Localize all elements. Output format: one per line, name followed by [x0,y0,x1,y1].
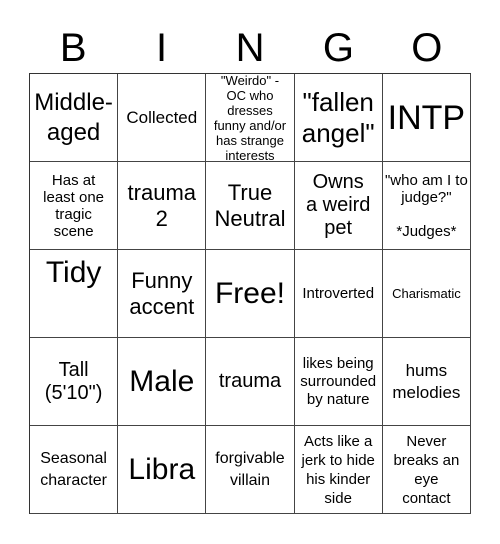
cell-text: Male [129,364,195,398]
cell-text: "Weirdo" - OC who dresses funny and/or h… [213,74,287,162]
cell-text: Introverted [302,285,375,302]
bingo-cell[interactable]: Charismatic [382,250,471,338]
cell-text: forgivable villain [215,449,285,489]
bingo-cell[interactable]: Middle- aged [30,74,119,162]
header-letter-i: I [156,26,168,70]
bingo-cell[interactable]: Has at least one tragic scene [30,162,119,250]
cell-text: INTP [387,98,466,137]
header-letter-n: N [235,26,265,70]
bingo-cell[interactable]: Funny accent [118,250,207,338]
bingo-cell[interactable]: Introverted [294,250,383,338]
bingo-cell[interactable]: INTP [382,74,471,162]
bingo-cell[interactable]: trauma [206,338,295,426]
bingo-cell[interactable]: Acts like a jerk to hide his kinder side [294,426,383,514]
cell-text: Middle- aged [34,88,113,146]
bingo-cell[interactable]: Collected [118,74,207,162]
bingo-cell[interactable]: forgivable villain [206,426,295,514]
bingo-cell[interactable]: hums melodies [382,338,471,426]
bingo-cell[interactable]: Owns a weird pet [294,162,383,250]
bingo-cell[interactable]: Libra [118,426,207,514]
bingo-cell[interactable]: "fallen angel" [294,74,383,162]
header-letter-g: G [322,26,354,70]
bingo-cell[interactable]: "who am I to judge?" *Judges* [382,162,471,250]
bingo-cell[interactable]: Tidy [30,250,119,338]
bingo-cell[interactable]: Never breaks an eye contact [382,426,471,514]
cell-text: Funny accent [129,267,195,319]
cell-text: Never breaks an eye contact [393,432,460,507]
cell-text: Owns a weird pet [305,171,371,239]
cell-text: Acts like a jerk to hide his kinder side [301,432,375,507]
header-letter-o: O [411,26,443,70]
bingo-cell[interactable]: Tall (5'10") [30,338,119,426]
cell-text: Seasonal character [40,449,107,489]
cell-text: Tall (5'10") [44,358,103,404]
cell-text: Collected [126,108,198,127]
cell-text: Charismatic [392,286,461,301]
cell-text: "who am I to judge?" *Judges* [384,171,468,240]
bingo-card: Middle- aged Collected "Weirdo" - OC who… [29,73,471,514]
cell-text: Has at least one tragic scene [43,171,105,240]
cell-text: Free! [214,276,285,310]
cell-text: likes being surrounded by nature [300,354,377,408]
bingo-cell[interactable]: Seasonal character [30,426,119,514]
cell-text: "fallen angel" [301,86,375,148]
header-letter-b: B [59,26,87,70]
cell-text: trauma [218,370,282,392]
bingo-cell[interactable]: likes being surrounded by nature [294,338,383,426]
free-space-cell[interactable]: Free! [206,250,295,338]
bingo-header: B I N G O [29,22,471,74]
cell-text: Tidy [45,256,102,289]
cell-text: Libra [128,452,196,486]
cell-text: hums melodies [392,360,461,402]
cell-text: True Neutral [214,179,286,231]
bingo-cell[interactable]: trauma 2 [118,162,207,250]
bingo-cell[interactable]: True Neutral [206,162,295,250]
cell-text: trauma 2 [127,179,197,231]
bingo-cell[interactable]: "Weirdo" - OC who dresses funny and/or h… [206,74,295,162]
bingo-cell[interactable]: Male [118,338,207,426]
